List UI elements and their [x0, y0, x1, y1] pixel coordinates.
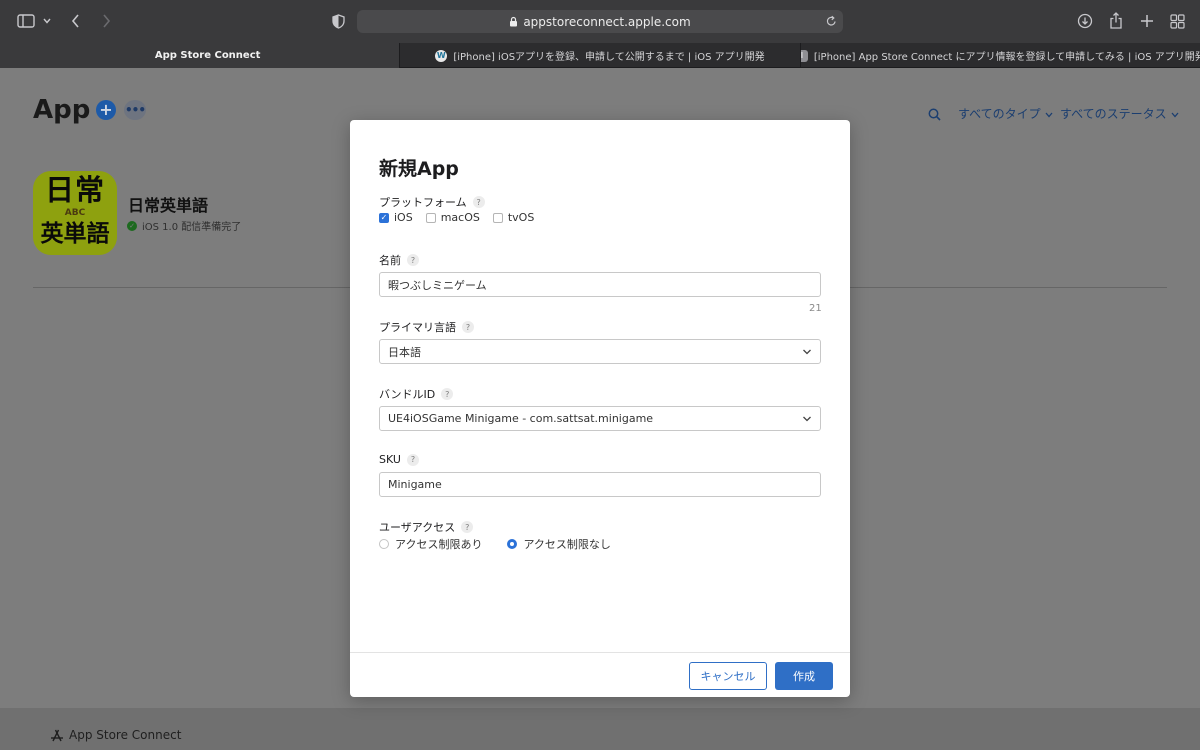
app-status: ✓ iOS 1.0 配信準備完了 — [127, 218, 241, 233]
type-filter-label: すべてのタイプ — [958, 107, 1041, 121]
address-bar[interactable]: appstoreconnect.apple.com — [357, 10, 843, 33]
platform-label-text: プラットフォーム — [379, 196, 467, 209]
bundle-id-label-text: バンドルID — [379, 388, 436, 401]
footer-brand[interactable]: App Store Connect — [50, 728, 181, 742]
app-status-text: iOS 1.0 配信準備完了 — [142, 222, 242, 233]
help-icon[interactable]: ? — [406, 453, 419, 466]
radio-selected-icon — [507, 539, 518, 549]
help-icon[interactable]: ? — [472, 196, 485, 208]
tab-overview-icon[interactable] — [1168, 12, 1186, 30]
sku-label-text: SKU — [379, 453, 401, 466]
tab-app-store-connect[interactable]: App Store Connect — [0, 43, 401, 68]
tab-ios-app-publish-article[interactable]: W [iPhone] iOSアプリを登録、申請して公開するまで | iOS アプ… — [400, 43, 801, 68]
tab-label: [iPhone] iOSアプリを登録、申請して公開するまで | iOS アプリ開… — [453, 52, 765, 63]
chevron-down-icon — [1045, 112, 1053, 118]
sku-input[interactable]: Minigame — [379, 472, 821, 497]
forward-icon[interactable] — [99, 13, 113, 29]
create-button[interactable]: 作成 — [775, 662, 833, 690]
dialog-title: 新規App — [379, 158, 459, 180]
user-access-label-text: ユーザアクセス — [379, 521, 456, 534]
name-input-value: 暇つぶしミニゲーム — [388, 278, 487, 292]
name-label-text: 名前 — [379, 254, 401, 267]
page-title: App — [33, 95, 91, 125]
privacy-shield-icon[interactable] — [330, 12, 346, 30]
dialog-footer-divider — [350, 652, 850, 653]
app-icon-text-mid: ABC — [64, 208, 86, 218]
app-name[interactable]: 日常英単語 — [128, 192, 208, 216]
lock-icon — [510, 16, 518, 27]
app-icon-text-top: 日常 — [44, 173, 105, 207]
bundle-id-label: バンドルID ? — [379, 386, 454, 402]
help-icon[interactable]: ? — [461, 521, 474, 533]
chevron-down-icon — [803, 349, 811, 354]
name-char-counter: 21 — [809, 303, 822, 314]
search-icon[interactable] — [928, 106, 942, 121]
share-icon[interactable] — [1107, 11, 1125, 29]
add-app-button[interactable]: + — [96, 100, 116, 120]
platform-macos-label: macOS — [440, 211, 480, 224]
sku-label: SKU ? — [379, 453, 419, 466]
sidebar-toggle-icon[interactable] — [17, 13, 35, 29]
status-filter-label: すべてのステータス — [1060, 107, 1167, 121]
user-access-label: ユーザアクセス ? — [379, 519, 474, 535]
chevron-down-icon — [803, 416, 811, 421]
cancel-button[interactable]: キャンセル — [689, 662, 767, 690]
help-icon[interactable]: ? — [407, 254, 419, 266]
app-store-icon — [51, 729, 63, 742]
user-access-unrestricted-radio[interactable]: アクセス制限なし — [507, 536, 611, 552]
url-text: appstoreconnect.apple.com — [523, 14, 691, 29]
name-input[interactable]: 暇つぶしミニゲーム — [379, 272, 821, 297]
bundle-id-select[interactable]: UE4iOSGame Minigame - com.sattsat.miniga… — [379, 406, 821, 431]
bundle-id-value: UE4iOSGame Minigame - com.sattsat.miniga… — [388, 412, 654, 425]
platform-ios-label: iOS — [394, 211, 413, 224]
app-icon-text-bottom: 英単語 — [40, 221, 110, 247]
type-filter-dropdown[interactable]: すべてのタイプ — [958, 105, 1053, 122]
primary-language-label: プライマリ言語 ? — [379, 319, 474, 335]
tab-app-store-connect-article[interactable]: I [iPhone] App Store Connect にアプリ情報を登録して… — [800, 43, 1200, 68]
platform-options: ✓ iOS macOS tvOS — [379, 211, 534, 224]
app-icon[interactable]: 日常 ABC 英単語 — [33, 171, 117, 255]
new-app-dialog: 新規App プラットフォーム ? ✓ iOS macOS tvOS 名前 ? 暇… — [350, 120, 850, 697]
tab-bar: App Store Connect W [iPhone] iOSアプリを登録、申… — [0, 43, 1200, 68]
page-footer: App Store Connect — [0, 708, 1200, 750]
name-label: 名前 ? — [379, 252, 419, 268]
user-access-restricted-radio[interactable]: アクセス制限あり — [379, 536, 482, 552]
platform-macos-checkbox[interactable]: macOS — [425, 211, 480, 224]
primary-language-select[interactable]: 日本語 — [379, 339, 821, 364]
wordpress-icon: W — [435, 49, 448, 62]
downloads-icon[interactable] — [1076, 12, 1094, 30]
chevron-down-icon — [1171, 112, 1179, 118]
checkbox-checked-icon: ✓ — [379, 212, 389, 223]
back-icon[interactable] — [68, 13, 82, 29]
checkmark-icon: ✓ — [127, 220, 137, 231]
sku-input-value: Minigame — [388, 478, 442, 491]
user-access-options: アクセス制限あり アクセス制限なし — [379, 536, 611, 552]
browser-toolbar: appstoreconnect.apple.com — [0, 0, 1200, 43]
new-tab-icon[interactable] — [1138, 12, 1156, 30]
page-icon: I — [800, 49, 808, 62]
platform-tvos-label: tvOS — [507, 211, 535, 224]
user-access-restricted-label: アクセス制限あり — [395, 538, 483, 551]
user-access-unrestricted-label: アクセス制限なし — [523, 538, 611, 551]
checkbox-icon — [425, 212, 436, 223]
checkbox-icon — [492, 212, 503, 223]
reload-icon[interactable] — [826, 15, 837, 30]
chevron-down-icon[interactable] — [42, 15, 52, 27]
tab-label: [iPhone] App Store Connect にアプリ情報を登録して申請… — [813, 52, 1200, 63]
radio-icon — [379, 539, 389, 549]
help-icon[interactable]: ? — [462, 321, 474, 333]
more-options-button[interactable]: ••• — [124, 100, 146, 120]
footer-brand-label: App Store Connect — [69, 728, 182, 742]
primary-language-label-text: プライマリ言語 — [379, 321, 456, 334]
platform-label: プラットフォーム ? — [379, 194, 485, 210]
primary-language-value: 日本語 — [388, 345, 421, 359]
tab-label: App Store Connect — [154, 50, 261, 61]
status-filter-dropdown[interactable]: すべてのステータス — [1060, 105, 1179, 122]
help-icon[interactable]: ? — [441, 388, 454, 400]
platform-tvos-checkbox[interactable]: tvOS — [492, 211, 535, 224]
platform-ios-checkbox[interactable]: ✓ iOS — [379, 211, 413, 224]
apple-icon — [139, 50, 149, 62]
